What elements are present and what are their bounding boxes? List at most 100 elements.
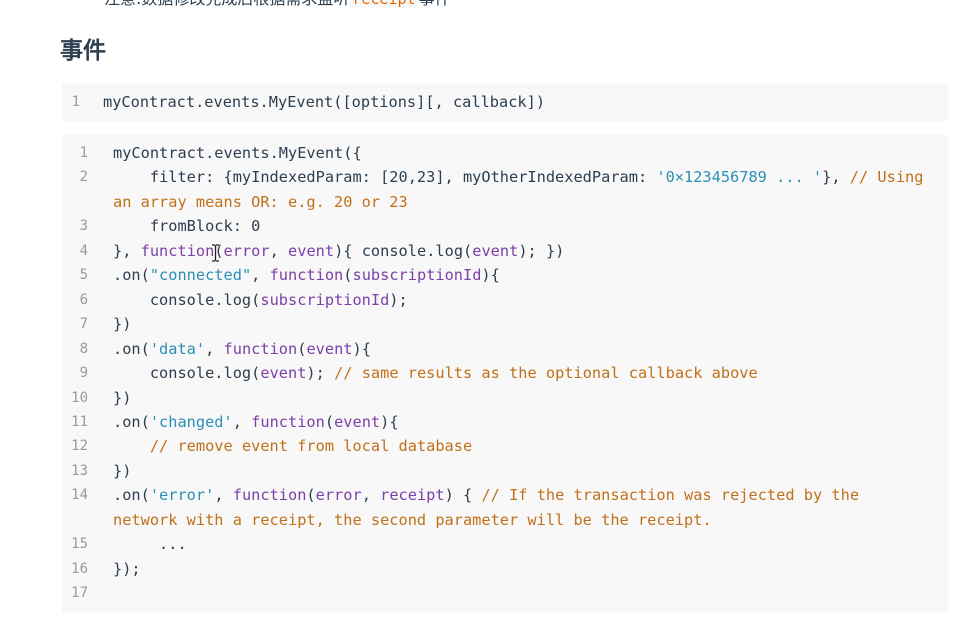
code-param: event bbox=[306, 339, 353, 358]
line-number-gutter: 1 2 3 4 5 6 7 8 9 10 11 12 13 14 15 16 1… bbox=[62, 141, 88, 606]
code-string: "connected" bbox=[149, 266, 252, 285]
code-string: 'error' bbox=[149, 486, 215, 505]
code-token: , bbox=[269, 241, 289, 260]
top-note-text: 注意:数据修改完成后根据需求监听 bbox=[104, 0, 349, 8]
line-number-blank bbox=[62, 508, 88, 532]
line-number: 8 bbox=[79, 340, 88, 357]
code-token: }); bbox=[113, 559, 141, 578]
code-line: .on('changed', function(event){ bbox=[113, 410, 943, 434]
code-comment: // Using bbox=[849, 168, 924, 187]
code-line-wrap: an array means OR: e.g. 20 or 23 bbox=[113, 190, 943, 214]
code-token: ) { bbox=[444, 486, 482, 505]
top-note-suffix: 事件 bbox=[419, 0, 451, 8]
line-number: 1 bbox=[71, 94, 80, 110]
line-number: 7 bbox=[79, 316, 88, 333]
code-line: }) bbox=[113, 459, 943, 483]
code-param: subscriptionId bbox=[260, 290, 390, 309]
code-line: console.log(subscriptionId); bbox=[113, 288, 943, 312]
code-line: }) bbox=[113, 386, 943, 410]
code-token: console.log( bbox=[113, 290, 261, 309]
section-heading: 事件 bbox=[60, 38, 106, 64]
top-note-code: receipt bbox=[349, 0, 419, 8]
line-number: 4 bbox=[79, 242, 88, 259]
code-param: event bbox=[472, 241, 519, 260]
code-param: event bbox=[288, 241, 335, 260]
code-keyword: function bbox=[251, 412, 325, 431]
signature-code-line: myContract.events.MyEvent([options][, ca… bbox=[103, 93, 546, 111]
code-token: ); }) bbox=[518, 241, 565, 260]
line-number: 16 bbox=[71, 560, 88, 577]
code-token: .on( bbox=[113, 486, 150, 505]
code-string: 'data' bbox=[149, 339, 206, 358]
code-comment: network with a receipt, the second param… bbox=[113, 510, 712, 529]
code-line-wrap: network with a receipt, the second param… bbox=[113, 508, 943, 532]
line-number: 13 bbox=[71, 462, 88, 479]
code-line: .on('data', function(event){ bbox=[113, 337, 943, 361]
code-line: .on("connected", function(subscriptionId… bbox=[113, 263, 943, 287]
code-token: console.log( bbox=[113, 364, 261, 383]
code-token: , bbox=[205, 339, 224, 358]
code-param: subscriptionId bbox=[352, 266, 482, 285]
line-number: 1 bbox=[79, 145, 88, 161]
code-line: }); bbox=[113, 557, 943, 581]
code-token: , bbox=[214, 486, 233, 505]
code-line: }, function(error, event){ console.log(e… bbox=[113, 239, 943, 263]
code-token: filter: {myIndexedParam: [20,23], myOthe… bbox=[113, 168, 657, 187]
code-keyword: function bbox=[232, 486, 307, 505]
code-token: fromBlock: bbox=[113, 217, 252, 236]
example-code-block: 1 2 3 4 5 6 7 8 9 10 11 12 13 14 15 16 1… bbox=[62, 135, 948, 612]
code-token: ... bbox=[113, 535, 187, 554]
code-comment: an array means OR: e.g. 20 or 23 bbox=[113, 192, 408, 211]
code-token: ); bbox=[306, 364, 335, 383]
code-param: event bbox=[260, 364, 307, 383]
code-token: }, bbox=[113, 241, 141, 260]
code-param: receipt bbox=[380, 486, 445, 505]
code-number: 0 bbox=[251, 217, 261, 236]
line-number: 10 bbox=[71, 389, 88, 406]
code-token: .on( bbox=[113, 266, 150, 285]
code-token: }) bbox=[113, 315, 132, 334]
line-number: 15 bbox=[71, 536, 88, 553]
code-token: }) bbox=[113, 461, 132, 480]
code-token: , bbox=[361, 486, 381, 505]
line-number: 3 bbox=[79, 218, 88, 235]
code-token: .on( bbox=[113, 412, 150, 431]
code-token: ){ console.log( bbox=[334, 241, 473, 260]
code-token: , bbox=[251, 266, 270, 285]
code-comment: // If the transaction was rejected by th… bbox=[481, 486, 860, 505]
code-token: }, bbox=[822, 168, 850, 187]
code-line: console.log(event); // same results as t… bbox=[113, 361, 943, 385]
line-number: 14 bbox=[71, 487, 88, 504]
top-note: 注意:数据修改完成后根据需求监听receipt事件 bbox=[104, 0, 451, 9]
code-token: }) bbox=[113, 388, 132, 407]
line-number: 12 bbox=[71, 438, 88, 455]
code-token: ){ bbox=[352, 339, 371, 358]
code-comment: // same results as the optional callback… bbox=[334, 364, 758, 383]
code-token: ); bbox=[389, 290, 408, 309]
code-line: fromBlock: 0 bbox=[113, 214, 943, 238]
code-token: , bbox=[232, 412, 252, 431]
line-number: 2 bbox=[79, 169, 88, 186]
code-line: }) bbox=[113, 312, 943, 336]
code-line: ... bbox=[113, 532, 943, 556]
line-number: 9 bbox=[79, 365, 88, 382]
code-comment: // remove event from local database bbox=[113, 437, 473, 456]
line-number-blank bbox=[62, 190, 88, 214]
code-keyword: function bbox=[140, 241, 215, 260]
code-line: .on('error', function(error, receipt) { … bbox=[113, 483, 943, 507]
code-token: myContract.events.MyEvent({ bbox=[113, 144, 362, 162]
code-token: ){ bbox=[481, 266, 500, 285]
text-cursor-icon bbox=[212, 244, 219, 262]
code-string: 'changed' bbox=[149, 412, 233, 431]
code-param: event bbox=[334, 412, 381, 431]
line-number: 5 bbox=[79, 267, 88, 284]
line-number: 6 bbox=[79, 291, 88, 308]
code-line: myContract.events.MyEvent({ bbox=[113, 141, 943, 165]
code-token: .on( bbox=[113, 339, 150, 358]
line-number: 17 bbox=[71, 585, 88, 602]
signature-code-block: 1 myContract.events.MyEvent([options][, … bbox=[62, 84, 948, 121]
code-keyword: function bbox=[269, 266, 344, 285]
code-param: error bbox=[223, 241, 270, 260]
code-lines: myContract.events.MyEvent({ filter: {myI… bbox=[113, 141, 943, 606]
